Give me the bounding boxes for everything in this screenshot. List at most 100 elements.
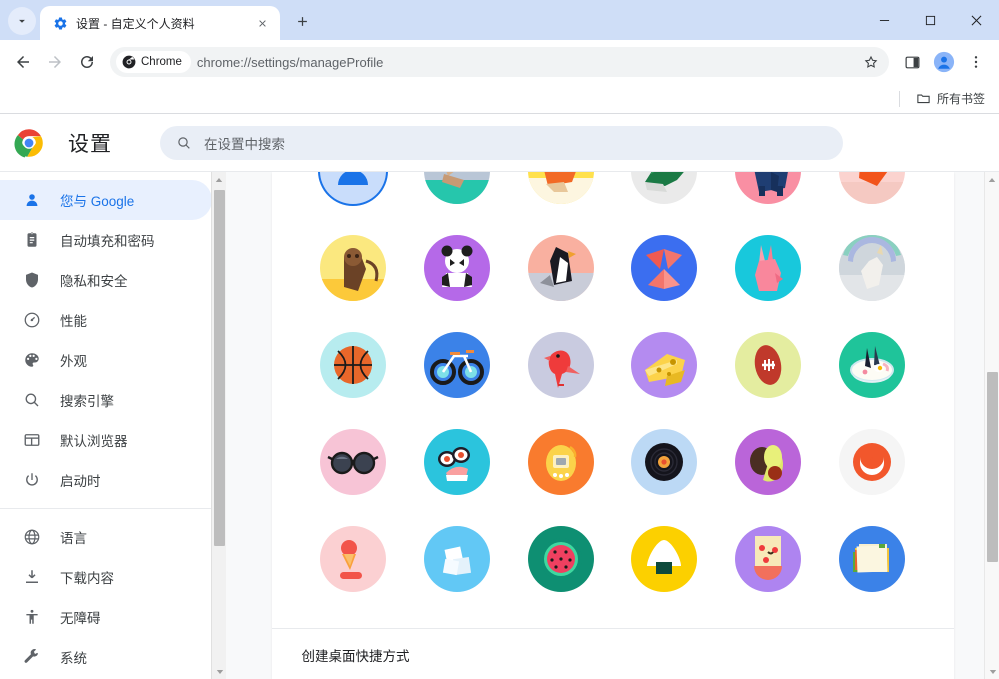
avatar-image [839,172,905,204]
watermelon-avatar[interactable] [528,526,594,592]
football-avatar[interactable] [735,332,801,398]
sushi-avatar[interactable] [424,429,490,495]
basketball-avatar[interactable] [320,332,386,398]
sidebar-item-languages[interactable]: 语言 [0,517,212,557]
tab-settings[interactable]: 设置 - 自定义个人资料 [40,6,280,40]
sidebar-item-search-engine[interactable]: 搜索引擎 [0,380,212,420]
chevron-up-icon[interactable] [985,172,999,187]
close-icon[interactable] [252,13,272,33]
avatar-image [631,526,697,592]
avatar-image [735,332,801,398]
ramen-avatar[interactable] [839,332,905,398]
browser-window-icon [22,430,42,450]
avatar-image [839,332,905,398]
cheese-avatar[interactable] [631,332,697,398]
sandwich-avatar[interactable] [839,526,905,592]
profile-avatar[interactable] [929,47,959,77]
penguin-origami-avatar[interactable] [528,235,594,301]
orange-origami-avatar[interactable] [839,172,905,204]
avatar-image [424,332,490,398]
sidebar-item-label: 下载内容 [60,567,114,587]
avocado-avatar[interactable] [735,429,801,495]
avatar-image [631,429,697,495]
chrome-logo-icon [14,128,44,158]
sidebar-divider [0,508,212,509]
avatar-image [735,172,801,204]
address-bar[interactable]: Chrome chrome://settings/manageProfile [110,47,889,77]
avatar-image [320,172,386,204]
maximize-button[interactable] [907,0,953,40]
sidebar-scrollbar[interactable] [211,172,226,679]
close-window-button[interactable] [953,0,999,40]
tab-search-button[interactable] [8,7,36,35]
chevron-up-icon[interactable] [212,172,226,187]
search-icon [22,390,42,410]
dog-origami-avatar[interactable] [424,172,490,204]
reload-button[interactable] [72,47,102,77]
chevron-down-icon[interactable] [985,664,999,679]
search-placeholder: 在设置中搜索 [204,133,285,153]
sidebar-item-privacy[interactable]: 隐私和安全 [0,260,212,300]
sidebar-item-label: 外观 [60,350,87,370]
address-bar-url: chrome://settings/manageProfile [197,55,851,70]
avatar-image [424,526,490,592]
avatar-image [735,526,801,592]
settings-body: 您与 Google 自动填充和密码 隐私和安全 [0,171,999,679]
bookmark-star-icon[interactable] [857,48,885,76]
avatar-image [528,332,594,398]
icecream-avatar[interactable] [320,526,386,592]
sidebar-item-accessibility[interactable]: 无障碍 [0,597,212,637]
sunglasses-avatar[interactable] [320,429,386,495]
main-scrollbar-thumb[interactable] [987,372,998,562]
forward-button[interactable] [40,47,70,77]
browser-menu-button[interactable] [961,47,991,77]
power-icon [22,470,42,490]
page-title: 设置 [68,128,112,158]
pizza-avatar[interactable] [735,526,801,592]
side-panel-button[interactable] [897,47,927,77]
bird-avatar[interactable] [528,332,594,398]
monkey-origami-avatar[interactable] [320,235,386,301]
butterfly-origami-avatar[interactable] [631,235,697,301]
dragon-origami-avatar[interactable] [631,172,697,204]
unicorn-origami-avatar[interactable] [839,235,905,301]
sidebar-item-on-startup[interactable]: 启动时 [0,460,212,500]
chevron-down-icon[interactable] [212,664,226,679]
desktop-shortcut-row[interactable]: 创建桌面快捷方式 [272,629,954,671]
sidebar-item-autofill[interactable]: 自动填充和密码 [0,220,212,260]
onigiri-avatar[interactable] [631,526,697,592]
sidebar-item-label: 隐私和安全 [60,270,128,290]
default-person-avatar[interactable] [320,172,386,204]
browser-toolbar: Chrome chrome://settings/manageProfile [0,40,999,84]
shield-icon [22,270,42,290]
panda-origami-avatar[interactable] [424,235,490,301]
sidebar-scrollbar-thumb[interactable] [214,190,225,546]
settings-content: 创建桌面快捷方式 [226,172,999,679]
fox-origami-avatar[interactable] [528,172,594,204]
ice-avatar[interactable] [424,526,490,592]
sidebar-item-default-browser[interactable]: 默认浏览器 [0,420,212,460]
search-input[interactable]: 在设置中搜索 [160,126,843,160]
back-button[interactable] [8,47,38,77]
elephant-origami-avatar[interactable] [735,172,801,204]
smiley-avatar[interactable] [839,429,905,495]
browser-window: 设置 - 自定义个人资料 [0,0,999,679]
sidebar-item-label: 搜索引擎 [60,390,114,410]
sidebar-item-performance[interactable]: 性能 [0,300,212,340]
new-tab-button[interactable] [288,7,316,35]
vinyl-record-avatar[interactable] [631,429,697,495]
sidebar-item-label: 默认浏览器 [60,430,128,450]
tamagotchi-avatar[interactable] [528,429,594,495]
minimize-button[interactable] [861,0,907,40]
sidebar-item-you-and-google[interactable]: 您与 Google [0,180,212,220]
sidebar-item-downloads[interactable]: 下载内容 [0,557,212,597]
avatar-image [631,332,697,398]
sidebar-item-appearance[interactable]: 外观 [0,340,212,380]
bicycle-avatar[interactable] [424,332,490,398]
settings-sidebar: 您与 Google 自动填充和密码 隐私和安全 [0,172,226,679]
sidebar-item-system[interactable]: 系统 [0,637,212,677]
accessibility-icon [22,607,42,627]
main-scrollbar[interactable] [984,172,999,679]
rabbit-origami-avatar[interactable] [735,235,801,301]
all-bookmarks-button[interactable]: 所有书签 [910,87,991,110]
